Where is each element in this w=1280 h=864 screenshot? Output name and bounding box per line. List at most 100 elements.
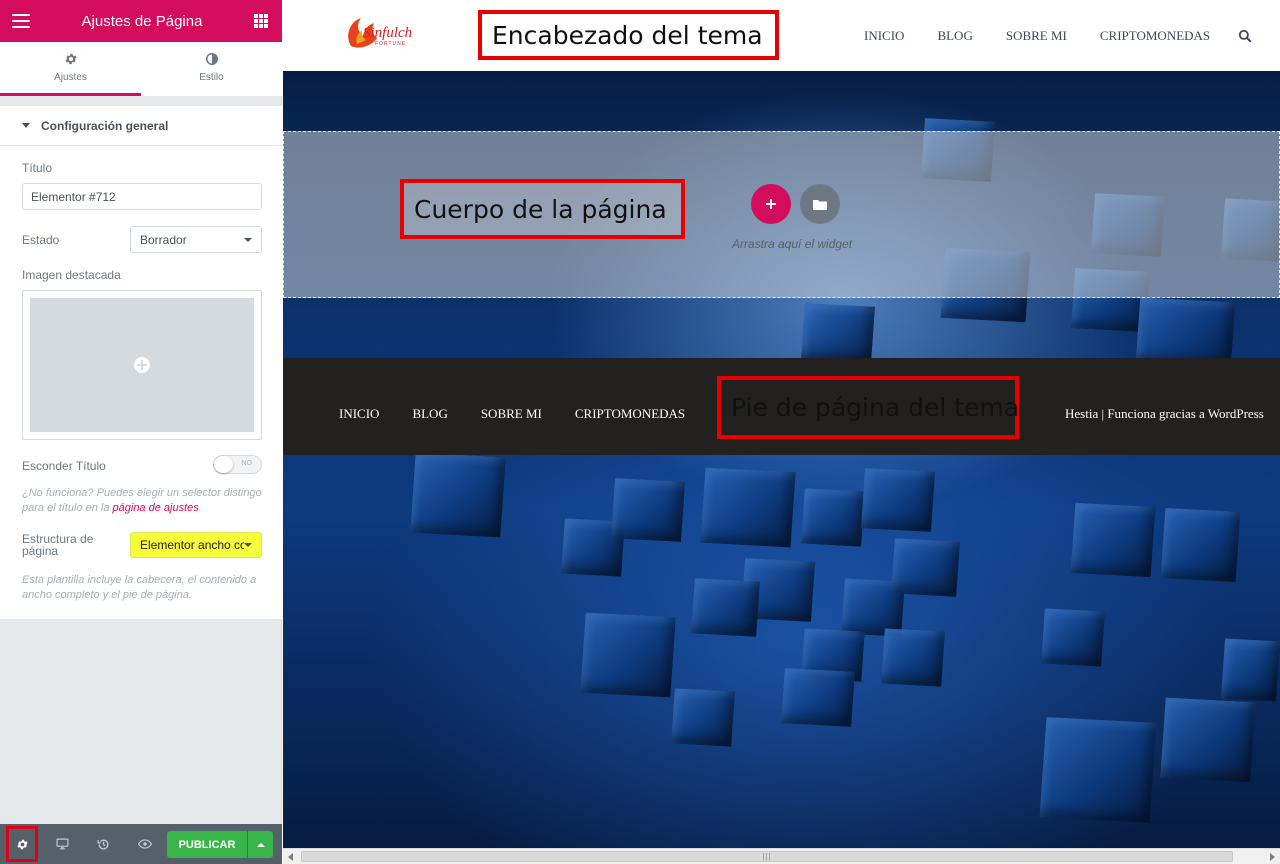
cube-shape	[1160, 697, 1256, 783]
caret-down-icon	[22, 123, 30, 128]
cube-shape	[1039, 717, 1157, 823]
caret-up-icon	[256, 842, 265, 847]
tab-style-label: Estilo	[199, 72, 224, 83]
image-placeholder	[30, 298, 254, 432]
featured-image-label: Imagen destacada	[22, 268, 121, 282]
contrast-icon	[205, 53, 218, 65]
page-layout-label: Estructura de página	[22, 533, 93, 557]
body-annotation: Cuerpo de la página	[400, 179, 685, 239]
section-general-toggle[interactable]: Configuración general	[0, 106, 282, 146]
title-label: Título	[22, 161, 53, 175]
footer-nav-blog[interactable]: BLOG	[412, 406, 447, 422]
cube-shape	[580, 612, 676, 698]
scroll-right-icon[interactable]	[1270, 853, 1275, 861]
menu-icon[interactable]	[12, 14, 30, 28]
svg-text:FORTUNE: FORTUNE	[375, 41, 406, 47]
cube-shape	[410, 452, 506, 538]
publish-options-button[interactable]	[248, 831, 273, 858]
tab-style[interactable]: Estilo	[141, 42, 282, 96]
footer-credit: Hestia | Funciona gracias a WordPress	[1065, 406, 1264, 422]
footer-nav-inicio[interactable]: INICIO	[339, 406, 379, 422]
history-icon	[97, 839, 109, 849]
section-title: Configuración general	[41, 118, 169, 133]
credit-theme[interactable]: Hestia |	[1065, 406, 1104, 421]
panel-header: Ajustes de Página	[0, 0, 282, 42]
nav-item-sobre-mi[interactable]: SOBRE MI	[1006, 28, 1067, 44]
help-suffix: .	[198, 502, 202, 514]
preview-button[interactable]	[124, 824, 165, 864]
add-template-button[interactable]	[800, 184, 840, 224]
dropdown-arrow-icon	[244, 543, 252, 547]
cube-shape	[781, 668, 855, 727]
cube-shape	[881, 628, 945, 687]
publish-button[interactable]: PUBLICAR	[167, 831, 247, 858]
page-layout-select[interactable]: Elementor ancho co	[130, 532, 262, 558]
footer-nav-criptomonedas[interactable]: CRIPTOMONEDAS	[575, 406, 685, 422]
status-value: Borrador	[140, 232, 187, 247]
footer-nav-sobre-mi[interactable]: SOBRE MI	[481, 406, 542, 422]
cube-shape	[891, 538, 960, 597]
cube-shape	[700, 467, 796, 548]
page-layout-label-line2: página	[22, 544, 59, 558]
folder-icon	[813, 200, 827, 210]
nav-item-blog[interactable]: BLOG	[937, 28, 972, 44]
eye-icon	[137, 839, 152, 849]
status-select[interactable]: Borrador	[130, 226, 262, 253]
cube-shape	[1160, 508, 1241, 582]
page-preview: Sinfulch FORTUNE Encabezado del tema INI…	[283, 0, 1280, 848]
add-section-button[interactable]	[751, 184, 791, 224]
footer-annotation: Pie de página del tema	[717, 376, 1019, 439]
panel-title: Ajustes de Página	[81, 12, 203, 30]
cube-shape	[610, 478, 686, 542]
desktop-icon	[56, 838, 69, 850]
horizontal-scrollbar[interactable]: |||	[283, 848, 1280, 864]
search-icon[interactable]	[1238, 29, 1252, 43]
svg-text:Sinfulch: Sinfulch	[363, 25, 412, 41]
cube-shape	[801, 488, 865, 547]
page-layout-help: Esta plantilla incluye la cabecera, el c…	[22, 574, 257, 601]
history-button[interactable]	[83, 824, 124, 864]
credit-powered[interactable]: Funciona gracias a WordPress	[1107, 406, 1263, 421]
site-logo[interactable]: Sinfulch FORTUNE	[339, 12, 415, 58]
cube-shape	[860, 468, 936, 532]
settings-page-link[interactable]: página de ajustes	[113, 502, 199, 514]
empty-section-dropzone[interactable]: Cuerpo de la página Arrastra aquí el wid…	[283, 131, 1280, 298]
hide-title-help: ¿No funciona? Puedes elegir un selector …	[22, 486, 267, 516]
title-input[interactable]	[22, 183, 262, 210]
scrollbar-thumb[interactable]: |||	[301, 851, 1233, 862]
elementor-panel: Ajustes de Página Ajustes Estilo Configu…	[0, 0, 282, 864]
header-annotation: Encabezado del tema	[478, 10, 779, 60]
cube-shape	[691, 578, 760, 637]
gear-icon	[64, 53, 77, 65]
plus-icon	[766, 199, 776, 209]
toggle-knob	[214, 456, 233, 473]
status-label: Estado	[22, 233, 60, 247]
tab-settings-label: Ajustes	[54, 72, 87, 83]
panel-footer: PUBLICAR	[0, 824, 282, 864]
theme-header: Sinfulch FORTUNE Encabezado del tema INI…	[283, 0, 1280, 71]
cube-shape	[1041, 608, 1105, 667]
cube-shape	[1070, 502, 1156, 578]
footer-nav: INICIO BLOG SOBRE MI CRIPTOMONEDAS	[339, 406, 685, 422]
hide-title-toggle[interactable]: NO	[213, 455, 262, 474]
cube-shape	[1220, 638, 1280, 702]
featured-image-picker[interactable]	[22, 290, 262, 440]
theme-footer: INICIO BLOG SOBRE MI CRIPTOMONEDAS Pie d…	[283, 358, 1280, 455]
panel-tabs: Ajustes Estilo	[0, 42, 282, 96]
widgets-grid-icon[interactable]	[254, 14, 268, 28]
scroll-left-icon[interactable]	[288, 853, 293, 861]
toggle-state: NO	[241, 460, 253, 467]
cube-shape	[801, 303, 875, 362]
cube-shape	[671, 688, 735, 747]
responsive-mode-button[interactable]	[42, 824, 83, 864]
cube-shape	[1135, 297, 1236, 368]
add-image-icon	[134, 357, 150, 373]
gear-icon	[16, 839, 28, 849]
page-layout-value: Elementor ancho co	[140, 538, 244, 552]
main-nav: INICIO BLOG SOBRE MI CRIPTOMONEDAS	[864, 28, 1210, 44]
nav-item-criptomonedas[interactable]: CRIPTOMONEDAS	[1100, 28, 1210, 44]
page-settings-button[interactable]	[6, 826, 38, 862]
tab-settings[interactable]: Ajustes	[0, 42, 141, 96]
hide-title-label: Esconder Título	[22, 459, 106, 473]
nav-item-inicio[interactable]: INICIO	[864, 28, 904, 44]
